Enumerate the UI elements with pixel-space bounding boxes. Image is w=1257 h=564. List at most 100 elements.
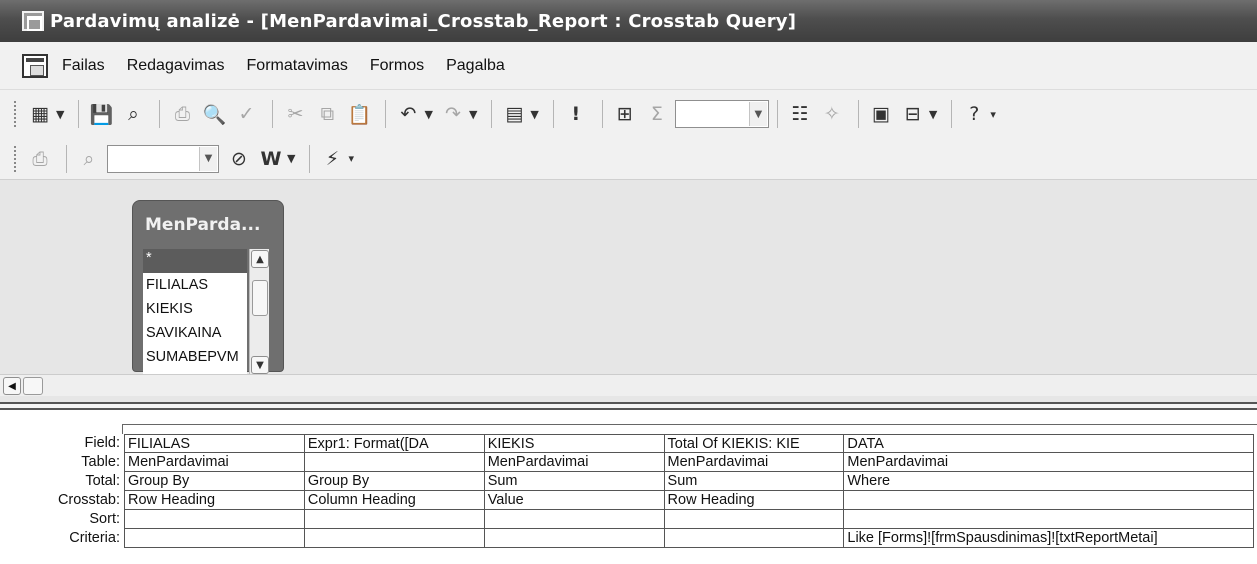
query-type-dropdown-icon[interactable]: ▼ (530, 108, 538, 121)
scroll-thumb[interactable] (252, 280, 268, 316)
field-item[interactable]: FILIALAS (143, 273, 247, 297)
pane-splitter[interactable] (0, 402, 1257, 410)
document-control-icon[interactable] (22, 53, 48, 78)
print-icon[interactable]: ⎙ (168, 99, 196, 129)
new-object-icon[interactable]: ⊟ (899, 99, 927, 129)
table-cell[interactable]: MenPardavimai (484, 453, 664, 472)
save-icon[interactable]: 💾 (87, 99, 115, 129)
chevron-down-icon[interactable]: ▼ (199, 146, 217, 171)
menu-pagalba[interactable]: Pagalba (446, 57, 505, 75)
crosstab-cell[interactable]: Value (484, 491, 664, 510)
sort-cell[interactable] (125, 510, 304, 529)
run-icon[interactable]: ! (562, 99, 590, 129)
menu-formos[interactable]: Formos (370, 57, 424, 75)
paste-icon[interactable]: 📋 (345, 99, 373, 129)
field-item[interactable]: SAVIKAINA (143, 321, 247, 345)
sort-cell[interactable] (844, 510, 1254, 529)
table-cell[interactable] (304, 453, 484, 472)
total-cell[interactable]: Sum (484, 472, 664, 491)
field-item[interactable]: * (143, 249, 247, 273)
redo-dropdown-icon[interactable]: ▼ (469, 108, 477, 121)
sort-cell[interactable] (304, 510, 484, 529)
print-preview-icon[interactable]: 🔍 (200, 99, 228, 129)
row-label-table: Table: (81, 454, 120, 470)
copy-icon[interactable]: ⧉ (313, 99, 341, 129)
table-cell[interactable]: MenPardavimai (125, 453, 304, 472)
office-links-dropdown-icon[interactable]: ▼ (287, 152, 295, 165)
show-table-icon[interactable]: ⊞ (611, 99, 639, 129)
properties-icon[interactable]: ☷ (786, 99, 814, 129)
scroll-down-icon[interactable]: ▼ (251, 356, 269, 374)
toolbar-options-icon[interactable]: ▾ (348, 152, 354, 165)
chevron-down-icon[interactable]: ▼ (748, 102, 767, 126)
crosstab-cell[interactable]: Row Heading (664, 491, 844, 510)
spelling-icon[interactable]: ✓ (232, 99, 260, 129)
menu-formatavimas[interactable]: Formatavimas (247, 57, 348, 75)
table-pane-scrollbar[interactable]: ◀ (0, 374, 1257, 396)
total-cell[interactable]: Where (844, 472, 1254, 491)
field-cell[interactable]: FILIALAS (125, 434, 304, 453)
criteria-cell[interactable]: Like [Forms]![frmSpausdinimas]![txtRepor… (844, 529, 1254, 548)
office-links-icon[interactable]: ⊘ (225, 144, 253, 174)
view-dropdown-icon[interactable]: ▼ (56, 108, 64, 121)
toolbar-grip[interactable] (14, 101, 18, 127)
word-icon[interactable]: W (257, 144, 285, 174)
top-values-combo[interactable]: ▼ (674, 100, 769, 128)
database-window-icon[interactable]: ▣ (867, 99, 895, 129)
field-cell[interactable]: Total Of KIEKIS: KIE (664, 434, 844, 453)
build-icon[interactable]: ✧ (818, 99, 846, 129)
crosstab-cell[interactable] (844, 491, 1254, 510)
grid-column: DATA MenPardavimai Where Like [Forms]![f… (844, 434, 1255, 548)
grid-column: Total Of KIEKIS: KIE MenPardavimai Sum R… (664, 434, 845, 548)
criteria-cell[interactable] (664, 529, 844, 548)
total-cell[interactable]: Group By (125, 472, 304, 491)
total-cell[interactable]: Group By (304, 472, 484, 491)
totals-icon[interactable]: Σ (643, 99, 671, 129)
criteria-cell[interactable] (125, 529, 304, 548)
row-label-sort: Sort: (89, 511, 120, 527)
print-icon[interactable]: ⎙ (26, 144, 54, 174)
sort-cell[interactable] (484, 510, 664, 529)
total-cell[interactable]: Sum (664, 472, 844, 491)
column-selector-bar[interactable] (122, 424, 1257, 434)
new-object-dropdown-icon[interactable]: ▼ (929, 108, 937, 121)
menu-failas[interactable]: Failas (62, 57, 105, 75)
criteria-cell[interactable] (484, 529, 664, 548)
run-macro-icon[interactable]: ⚡ (318, 144, 346, 174)
row-labels: Field: Table: Total: Crosstab: Sort: Cri… (0, 434, 124, 548)
field-list-scrollbar[interactable]: ▲ ▼ (249, 249, 269, 375)
query-type-icon[interactable]: ▤ (500, 99, 528, 129)
find-icon[interactable]: ⌕ (75, 144, 103, 174)
field-item[interactable]: SUMABEPVM (143, 345, 247, 369)
view-icon[interactable]: ▦ (26, 99, 54, 129)
row-label-field: Field: (84, 435, 120, 451)
search-db-icon[interactable]: ⌕ (119, 99, 147, 129)
redo-icon[interactable]: ↷ (439, 99, 467, 129)
scroll-left-icon[interactable]: ◀ (3, 377, 21, 395)
app-icon[interactable] (22, 11, 44, 31)
design-grid: Field: Table: Total: Crosstab: Sort: Cri… (0, 410, 1257, 564)
scroll-thumb[interactable] (23, 377, 43, 395)
toolbar-grip[interactable] (14, 145, 18, 172)
toolbar-options-icon[interactable]: ▾ (990, 108, 996, 121)
field-item[interactable]: KIEKIS (143, 297, 247, 321)
menu-redagavimas[interactable]: Redagavimas (127, 57, 225, 75)
scroll-up-icon[interactable]: ▲ (251, 250, 269, 268)
field-cell[interactable]: KIEKIS (484, 434, 664, 453)
help-icon[interactable]: ? (960, 99, 988, 129)
table-cell[interactable]: MenPardavimai (664, 453, 844, 472)
crosstab-cell[interactable]: Row Heading (125, 491, 304, 510)
field-cell[interactable]: DATA (844, 434, 1254, 453)
field-list-title[interactable]: MenParda... (133, 201, 283, 247)
sort-cell[interactable] (664, 510, 844, 529)
field-list-window[interactable]: MenParda... * FILIALAS KIEKIS SAVIKAINA … (132, 200, 284, 375)
criteria-cell[interactable] (304, 529, 484, 548)
table-cell[interactable]: MenPardavimai (844, 453, 1254, 472)
crosstab-cell[interactable]: Column Heading (304, 491, 484, 510)
undo-icon[interactable]: ↶ (394, 99, 422, 129)
query-design-toolbar: ▦ ▼ 💾 ⌕ ⎙ 🔍 ✓ ✂ ⧉ 📋 ↶ ▼ ↷ ▼ ▤ ▼ ! ⊞ Σ ▼ ☷ ✧ … (0, 90, 1257, 138)
field-cell[interactable]: Expr1: Format([DA (304, 434, 484, 453)
undo-dropdown-icon[interactable]: ▼ (424, 108, 432, 121)
cut-icon[interactable]: ✂ (281, 99, 309, 129)
filter-combo[interactable]: ▼ (107, 144, 219, 173)
